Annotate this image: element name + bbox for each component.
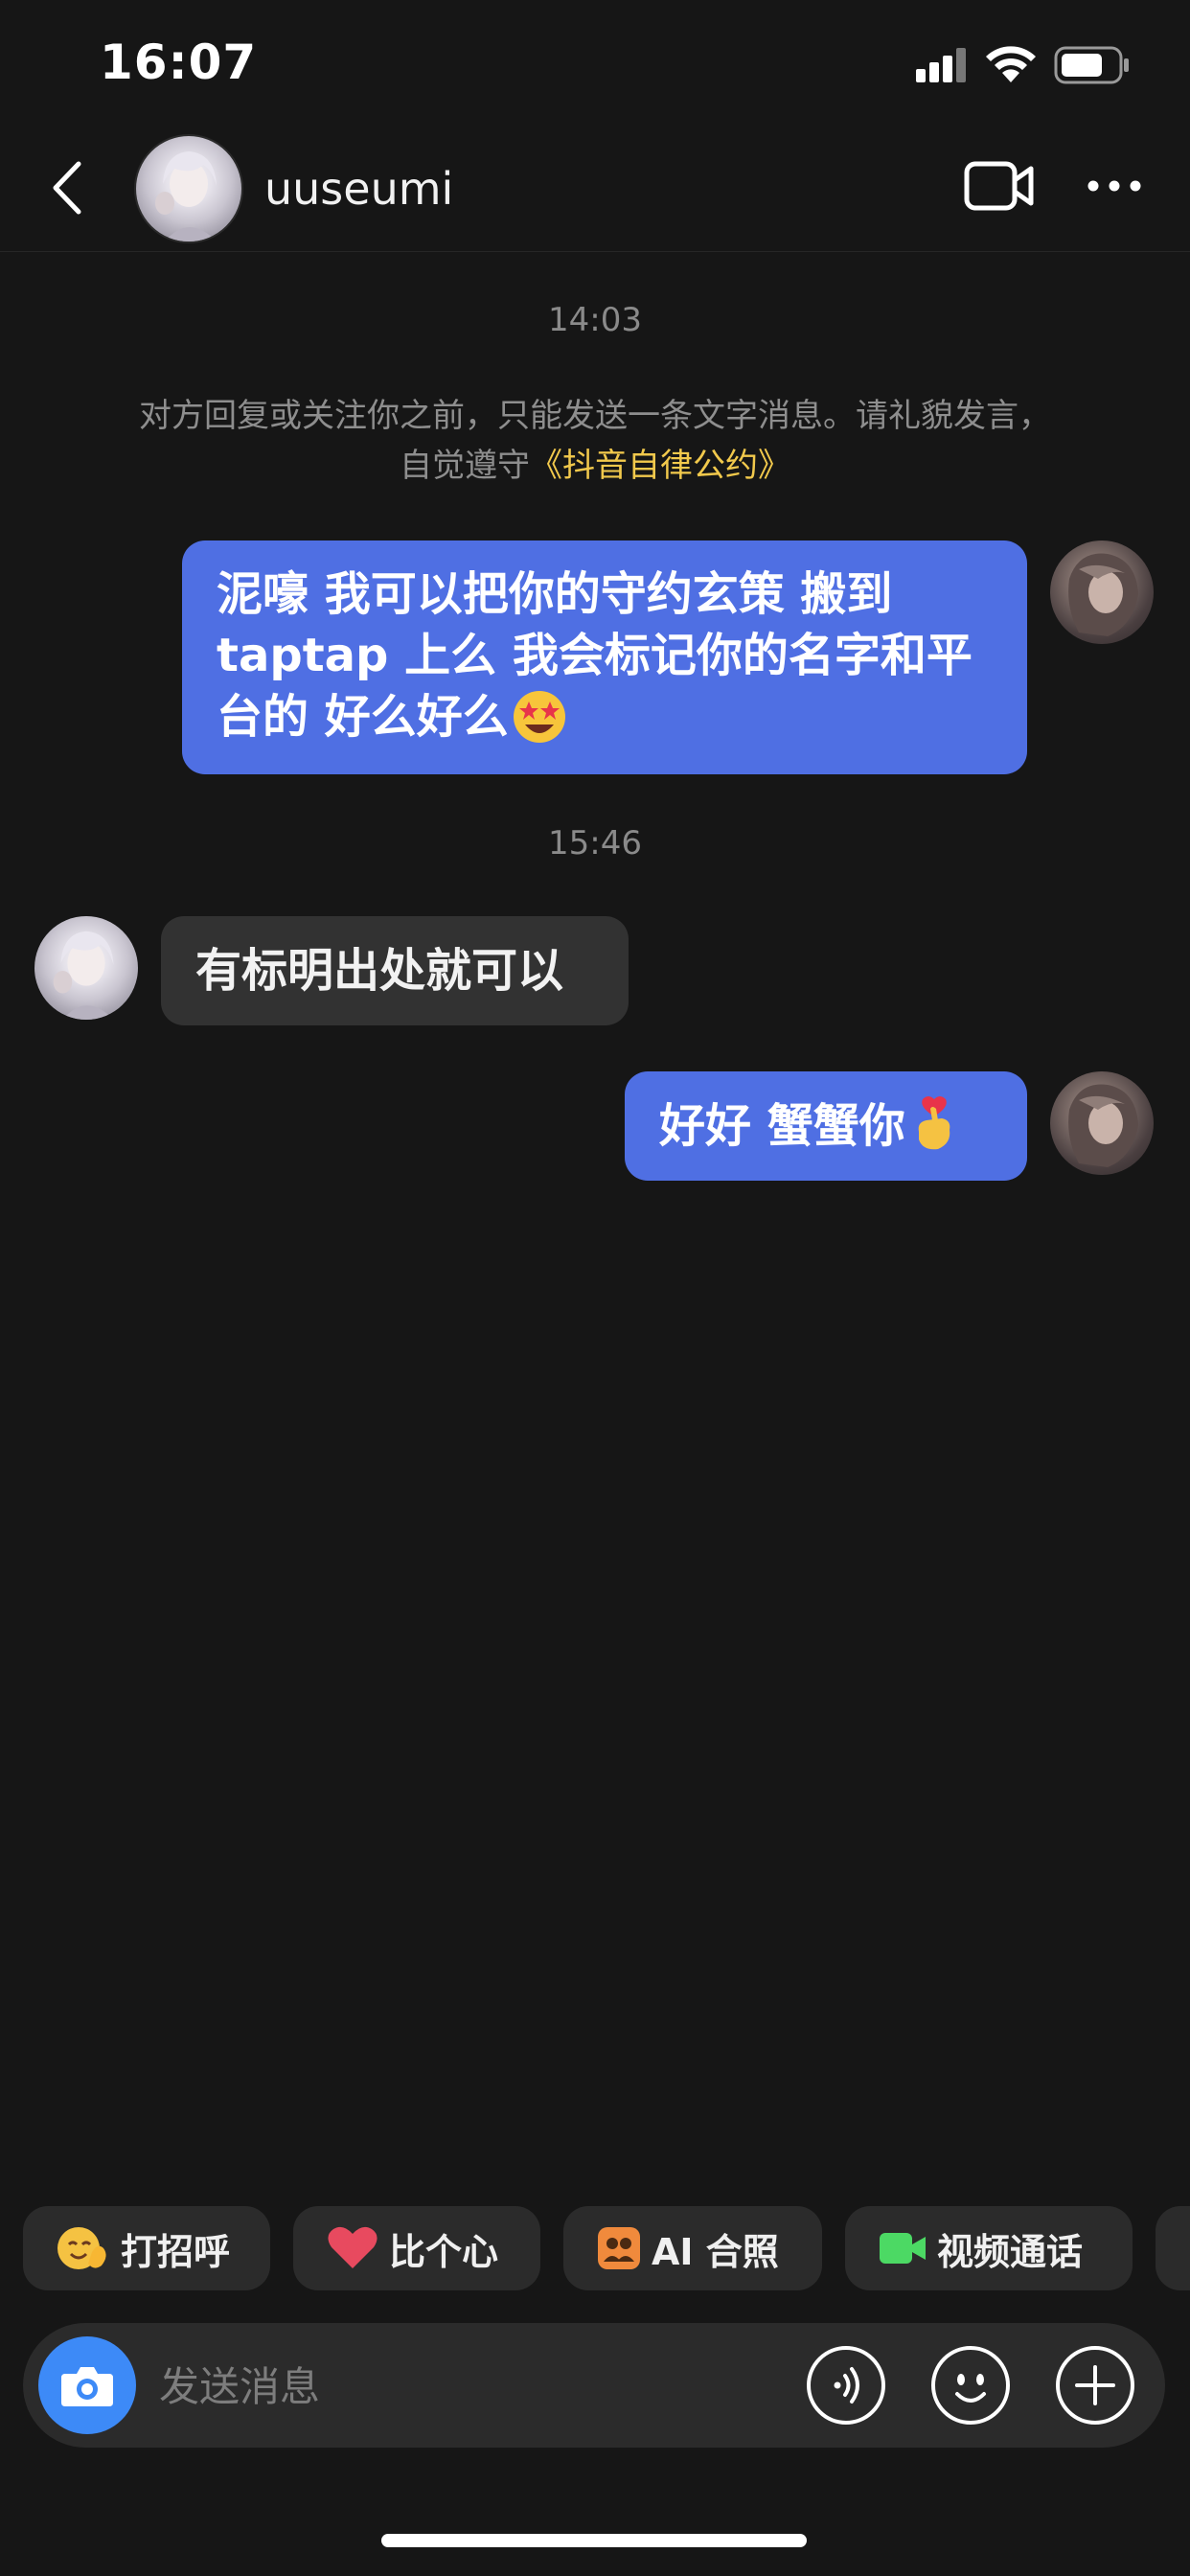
chip-label: 比个心: [389, 2230, 499, 2273]
message-line: 台的 好么好么: [217, 690, 509, 744]
plus-icon: [1056, 2346, 1134, 2425]
contact-username[interactable]: uuseumi: [264, 163, 453, 215]
quick-action-video-call[interactable]: 视频通话: [845, 2206, 1133, 2290]
camera-button[interactable]: [38, 2336, 136, 2434]
finger-heart-emoji-icon: [918, 1096, 950, 1150]
more-options-button[interactable]: [1087, 178, 1142, 196]
more-actions-button[interactable]: [1054, 2344, 1136, 2426]
quick-action-greet[interactable]: 打招呼: [23, 2206, 270, 2290]
wifi-icon: [986, 46, 1036, 82]
more-dots-icon: [1087, 180, 1141, 192]
status-time: 16:07: [100, 34, 258, 90]
back-button[interactable]: [42, 159, 92, 217]
avatar-portrait-icon: [53, 931, 114, 1020]
home-indicator[interactable]: [381, 2534, 807, 2547]
system-notice: 对方回复或关注你之前，只能发送一条文字消息。请礼貌发言，自觉遵守《抖音自律公约》: [125, 391, 1065, 491]
chevron-left-icon: [53, 161, 81, 215]
contact-avatar[interactable]: [134, 134, 243, 243]
message-text: 好好 蟹蟹你: [659, 1099, 905, 1153]
avatar-portrait-icon: [1068, 1084, 1138, 1167]
sent-message-bubble[interactable]: 好好 蟹蟹你: [625, 1071, 1027, 1181]
video-call-button[interactable]: [964, 159, 1035, 217]
self-avatar[interactable]: [1050, 1071, 1154, 1175]
voice-wave-icon: [807, 2346, 885, 2425]
chip-label: AI 合照: [652, 2230, 779, 2273]
video-camera-icon: [878, 2229, 927, 2267]
status-bar: 16:07: [0, 0, 1190, 125]
message-input[interactable]: [157, 2350, 774, 2423]
received-message-bubble[interactable]: 有标明出处就可以: [161, 916, 629, 1025]
message-line: taptap 上么 我会标记你的名字和平: [217, 629, 973, 682]
video-camera-icon: [964, 161, 1034, 211]
chip-label: 打招呼: [121, 2230, 231, 2273]
avatar-portrait-icon: [1068, 553, 1138, 636]
sent-message-bubble[interactable]: 泥嚎 我可以把你的守约玄策 搬到 taptap 上么 我会标记你的名字和平 台的…: [182, 540, 1027, 774]
battery-icon: [1054, 46, 1129, 84]
quick-action-ai-photo[interactable]: AI 合照: [563, 2206, 822, 2290]
avatar-portrait-icon: [155, 151, 217, 242]
chip-label: 视频通话: [937, 2230, 1084, 2273]
ai-photo-icon: [596, 2225, 642, 2271]
message-line: 泥嚎 我可以把你的守约玄策 搬到: [217, 567, 893, 621]
message-text: 有标明出处就可以: [195, 944, 564, 998]
quick-actions-row: 打招呼 比个心 AI 合照 视频通话: [0, 2206, 1190, 2290]
smiley-icon: [931, 2346, 1010, 2425]
heart-icon: [326, 2224, 379, 2272]
emoji-button[interactable]: [929, 2344, 1012, 2426]
quick-action-more[interactable]: [1156, 2206, 1190, 2290]
voice-message-button[interactable]: [805, 2344, 887, 2426]
self-discipline-convention-link[interactable]: 《抖音自律公约》: [530, 447, 790, 485]
timestamp-divider: 14:03: [548, 301, 642, 339]
timestamp-divider: 15:46: [548, 824, 642, 862]
cellular-signal-icon: [916, 48, 966, 82]
quick-action-heart[interactable]: 比个心: [293, 2206, 540, 2290]
chat-header: uuseumi: [0, 125, 1190, 252]
contact-message-avatar[interactable]: [34, 916, 138, 1020]
camera-icon: [61, 2367, 113, 2406]
wave-emoji-icon: [56, 2223, 111, 2273]
message-input-bar: [23, 2323, 1165, 2448]
self-avatar[interactable]: [1050, 540, 1154, 644]
star-struck-emoji-icon: [513, 691, 565, 743]
